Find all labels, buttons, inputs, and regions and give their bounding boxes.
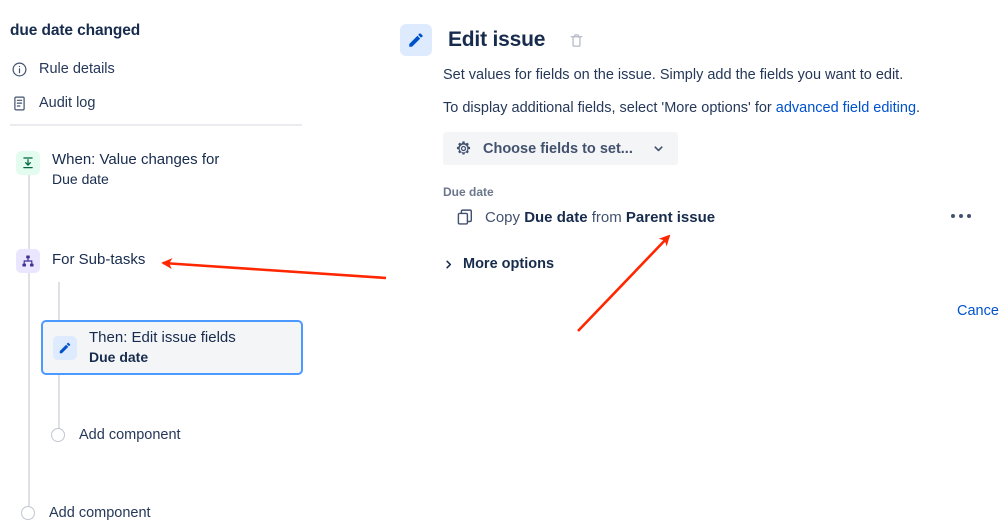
add-component-label: Add component [49,505,151,521]
description-suffix: . [916,100,921,116]
field-value-copy-due-date-from-parent-issue[interactable]: Copy Due date from Parent issue [456,208,715,226]
add-component-dot-icon [51,428,65,442]
advanced-field-editing-link[interactable]: advanced field editing [776,100,916,116]
ellipsis-horizontal-icon[interactable] [947,210,975,222]
add-component-label: Add component [79,427,181,443]
more-options-expander[interactable]: More options [443,256,554,272]
copy-prefix: Copy [485,208,525,226]
panel-header: Edit issue [400,24,584,56]
rule-step-text: Then: Edit issue fields Due date [89,328,236,367]
rule-chain-panel: due date changed Rule details Audit log … [0,0,360,529]
sidebar-item-label: Rule details [39,61,115,77]
add-component-root-button[interactable]: Add component [21,505,151,521]
rule-step-subtitle: Due date [89,349,149,366]
chevron-right-icon [443,259,454,270]
choose-fields-label: Choose fields to set... [483,140,633,157]
pencil-icon [400,24,432,56]
sidebar-item-rule-details[interactable]: Rule details [10,58,115,80]
rule-step-text: For Sub-tasks [52,250,145,270]
choose-fields-to-set-dropdown[interactable]: Choose fields to set... [443,132,678,165]
copy-source-name: Parent issue [625,208,716,226]
chevron-down-icon [652,142,665,155]
rule-step-title: Then: Edit issue fields [89,328,236,346]
component-detail-panel: Edit issue Set values for fields on the … [390,0,999,529]
menu-dot [967,214,971,218]
rule-step-text: When: Value changes for Due date [52,150,219,189]
rule-step-title: When: Value changes for [52,151,220,168]
add-component-dot-icon [21,506,35,520]
automation-rule-editor: due date changed Rule details Audit log … [0,0,999,529]
sidebar-divider [10,124,302,126]
rule-step-subtitle: Due date [52,171,109,188]
panel-title: Edit issue [448,28,546,51]
add-component-nested-button[interactable]: Add component [51,427,181,443]
rule-step-then-edit-issue-fields[interactable]: Then: Edit issue fields Due date [41,320,303,375]
panel-description-line-2: To display additional fields, select 'Mo… [443,100,920,116]
menu-dot [959,214,963,218]
document-list-icon [10,94,28,112]
rule-step-branch-for-sub-tasks[interactable]: For Sub-tasks [16,248,145,273]
more-options-label: More options [463,256,555,272]
copy-middle: from [587,208,626,226]
menu-dot [951,214,955,218]
page-title: due date changed [10,22,141,39]
branch-icon [16,249,40,273]
trigger-icon [16,151,40,175]
copy-field-name: Due date [524,208,588,226]
copy-row-text: Copy Due date from Parent issue [485,209,715,226]
pencil-icon [53,336,77,360]
description-prefix: To display additional fields, select 'Mo… [443,100,776,116]
rule-step-title: For Sub-tasks [52,251,146,269]
cancel-button[interactable]: Cancel [957,303,999,319]
gear-icon [455,140,472,157]
info-circle-icon [10,60,28,78]
trash-icon[interactable] [569,33,584,48]
rule-chain-trunk-line [28,172,30,512]
field-group-label-due-date: Due date [443,185,494,199]
sidebar-item-audit-log[interactable]: Audit log [10,92,95,114]
sidebar-item-label: Audit log [39,95,96,111]
panel-description-line-1: Set values for fields on the issue. Simp… [443,67,904,83]
rule-step-when-trigger[interactable]: When: Value changes for Due date [16,150,219,189]
copy-icon [456,208,474,226]
